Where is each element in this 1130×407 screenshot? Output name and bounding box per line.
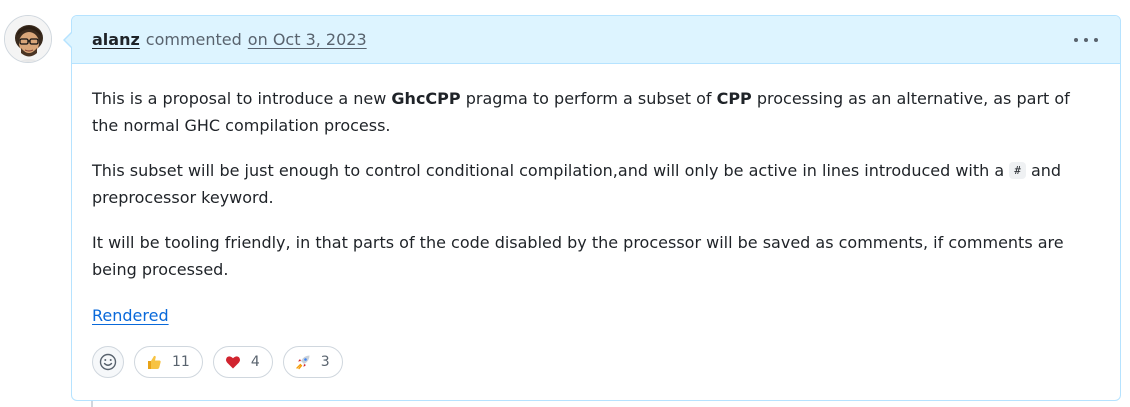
rocket-icon [294,353,312,371]
reaction-heart[interactable]: 4 [212,346,273,378]
paragraph-2-text-a: This subset will be just enough to contr… [92,161,1010,180]
paragraph-1: This is a proposal to introduce a new Gh… [92,86,1100,139]
author-link[interactable]: alanz [92,30,140,49]
reaction-count: 4 [250,354,260,370]
comment-body: This is a proposal to introduce a new Gh… [72,64,1120,330]
thumbs-up-icon [145,353,163,371]
paragraph-1-text-b: pragma to perform a subset of [460,89,717,108]
timestamp-link[interactable]: on Oct 3, 2023 [248,30,367,49]
avatar-image [5,16,51,62]
reaction-rocket[interactable]: 3 [282,346,343,378]
add-reaction-button[interactable] [92,346,124,378]
comment-header: alanz commented on Oct 3, 2023 [72,16,1120,64]
paragraph-3: It will be tooling friendly, in that par… [92,233,1064,279]
reaction-count: 11 [172,354,190,370]
avatar[interactable] [4,15,52,63]
reaction-thumbs-up[interactable]: 11 [134,346,203,378]
more-options-icon[interactable] [1074,32,1098,48]
comment-box: alanz commented on Oct 3, 2023 This is a… [63,15,1121,401]
paragraph-1-bold-b: CPP [716,89,752,108]
paragraph-1-text-a: This is a proposal to introduce a new [92,89,392,108]
smiley-icon [99,353,117,371]
paragraph-2: This subset will be just enough to contr… [92,158,1100,211]
inline-code: # [1009,162,1026,179]
comment-action: commented [145,30,242,49]
reaction-count: 3 [320,354,330,370]
rendered-link[interactable]: Rendered [92,306,169,325]
heart-icon [224,353,242,371]
paragraph-1-bold-a: GhcCPP [391,89,461,108]
comment-caret-fill [65,32,73,48]
reactions-bar: 11 4 3 [92,346,353,378]
